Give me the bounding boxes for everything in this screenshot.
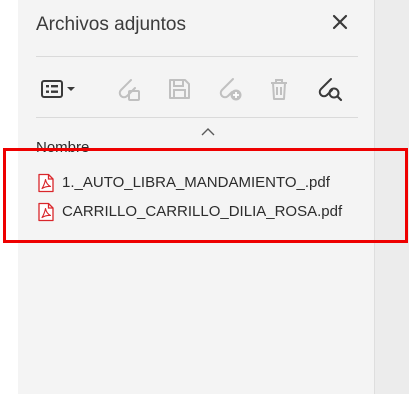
search-attachment-icon[interactable] [314, 74, 344, 104]
save-icon[interactable] [164, 74, 194, 104]
close-icon[interactable] [328, 10, 352, 34]
panel-title: Archivos adjuntos [36, 14, 186, 35]
delete-icon[interactable] [264, 74, 294, 104]
toolbar [36, 68, 358, 112]
attach-icon[interactable] [112, 74, 142, 104]
add-attachment-icon[interactable] [214, 74, 244, 104]
dropdown-icon[interactable] [64, 74, 78, 104]
toolbar-divider [36, 117, 358, 118]
highlight-box [3, 148, 408, 243]
sort-ascending-icon[interactable] [200, 124, 216, 136]
panel-header: Archivos adjuntos [36, 0, 358, 56]
header-divider [36, 56, 358, 57]
